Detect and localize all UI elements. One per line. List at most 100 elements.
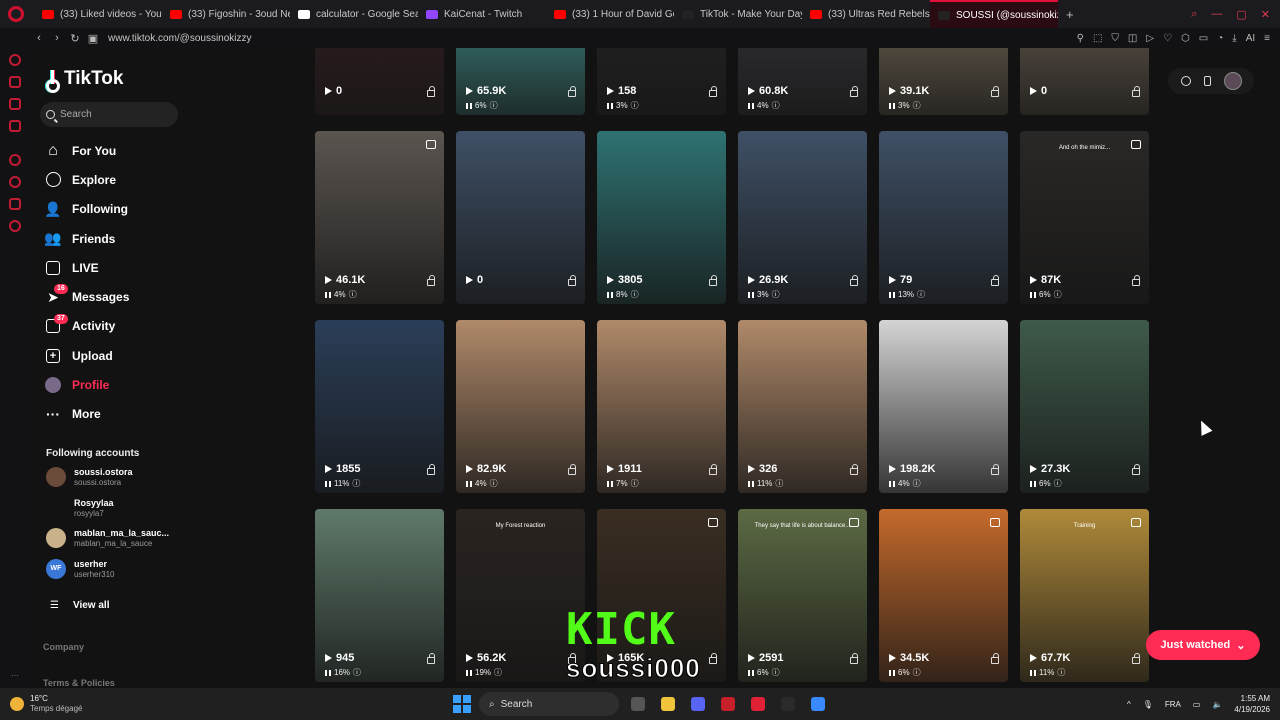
lock-icon[interactable] bbox=[991, 275, 999, 286]
extension-icon[interactable] bbox=[9, 198, 21, 210]
nav-item-more[interactable]: ··· More bbox=[44, 400, 284, 429]
volume-icon[interactable]: 🔈 bbox=[1212, 700, 1222, 709]
settings-icon[interactable] bbox=[9, 220, 21, 232]
info-icon[interactable]: ⓘ bbox=[494, 667, 502, 678]
windows-start-icon[interactable] bbox=[453, 695, 471, 713]
lock-icon[interactable] bbox=[568, 86, 576, 97]
nav-item-live[interactable]: LIVE bbox=[44, 253, 284, 282]
info-icon[interactable]: ⓘ bbox=[490, 100, 498, 111]
info-icon[interactable]: ⓘ bbox=[772, 100, 780, 111]
browser-tab[interactable]: (33) Liked videos - YouTube bbox=[34, 0, 162, 28]
video-thumbnail[interactable]: 26.9K 3% ⓘ bbox=[738, 131, 867, 304]
info-icon[interactable]: ⓘ bbox=[913, 478, 921, 489]
lock-icon[interactable] bbox=[427, 653, 435, 664]
video-thumbnail[interactable]: They say that life is about balance... 25… bbox=[738, 509, 867, 682]
info-icon[interactable]: ⓘ bbox=[631, 100, 639, 111]
instagram-icon[interactable] bbox=[9, 120, 21, 132]
lock-icon[interactable] bbox=[1132, 464, 1140, 475]
device-icon[interactable] bbox=[1203, 76, 1211, 86]
video-thumbnail[interactable]: 60.8K 4% ⓘ bbox=[738, 48, 867, 115]
nav-item-explore[interactable]: Explore bbox=[44, 165, 284, 194]
lock-icon[interactable] bbox=[850, 275, 858, 286]
clock[interactable]: 1:55 AM 4/19/2026 bbox=[1234, 693, 1270, 715]
taskbar-app-icon[interactable] bbox=[627, 693, 649, 715]
video-thumbnail[interactable]: 1911 7% ⓘ bbox=[597, 320, 726, 493]
tiktok-logo[interactable]: TikTok bbox=[46, 68, 123, 93]
info-icon[interactable]: ⓘ bbox=[349, 289, 357, 300]
nav-item-upload[interactable]: + Upload bbox=[44, 341, 284, 370]
close-icon[interactable]: ✕ bbox=[1261, 8, 1270, 21]
wallet-icon[interactable]: ▭ bbox=[1199, 33, 1208, 44]
nav-item-activity[interactable]: Activity 37 bbox=[44, 312, 284, 341]
player-icon[interactable] bbox=[9, 154, 21, 166]
forward-icon[interactable]: › bbox=[48, 32, 66, 44]
lock-icon[interactable] bbox=[427, 86, 435, 97]
following-account[interactable]: mablan_ma_la_sauc... mablan_ma_la_sauce bbox=[46, 525, 246, 551]
search-input[interactable] bbox=[60, 109, 160, 120]
browser-tab[interactable]: (33) Ultras Red Rebels : A bbox=[802, 0, 930, 28]
info-icon[interactable]: ⓘ bbox=[1057, 667, 1065, 678]
taskbar-app-icon[interactable] bbox=[807, 693, 829, 715]
video-thumbnail[interactable]: 326 11% ⓘ bbox=[738, 320, 867, 493]
following-account[interactable]: soussi.ostora soussi.ostora bbox=[46, 464, 246, 490]
opera-logo-icon[interactable] bbox=[8, 6, 24, 22]
video-thumbnail[interactable]: 79 13% ⓘ bbox=[879, 131, 1008, 304]
info-icon[interactable]: ⓘ bbox=[1054, 289, 1062, 300]
video-thumbnail[interactable]: 158 3% ⓘ bbox=[597, 48, 726, 115]
info-icon[interactable]: ⓘ bbox=[631, 289, 639, 300]
browser-tab[interactable]: SOUSSI (@soussinokizzy)✕ bbox=[930, 0, 1058, 28]
search-icon[interactable]: ⌕ bbox=[1191, 8, 1197, 21]
video-thumbnail[interactable]: 82.9K 4% ⓘ bbox=[456, 320, 585, 493]
opera-ai-icon[interactable] bbox=[9, 54, 21, 66]
nav-item-messages[interactable]: ➤ Messages 16 bbox=[44, 282, 284, 311]
info-icon[interactable]: ⓘ bbox=[1054, 478, 1062, 489]
info-icon[interactable]: ⓘ bbox=[913, 100, 921, 111]
info-icon[interactable]: ⓘ bbox=[917, 289, 925, 300]
browser-tab[interactable]: calculator - Google Search bbox=[290, 0, 418, 28]
ai-button[interactable]: AI bbox=[1246, 33, 1255, 44]
browser-tab[interactable]: (33) Figoshin - 3oud Nedi bbox=[162, 0, 290, 28]
browser-tab[interactable]: (33) 1 Hour of David Goggins bbox=[546, 0, 674, 28]
lock-icon[interactable] bbox=[709, 86, 717, 97]
info-icon[interactable]: ⓘ bbox=[775, 478, 783, 489]
history-icon[interactable] bbox=[9, 176, 21, 188]
play-icon[interactable]: ▷ bbox=[1146, 33, 1154, 44]
taskbar-app-icon[interactable] bbox=[747, 693, 769, 715]
compass-icon[interactable] bbox=[1180, 76, 1191, 86]
chevron-up-icon[interactable]: ^ bbox=[1127, 700, 1131, 709]
lock-icon[interactable] bbox=[1132, 275, 1140, 286]
following-account[interactable]: Rosyylaa rosyyla7 bbox=[46, 495, 246, 521]
footer-terms[interactable]: Terms & Policies bbox=[43, 678, 115, 688]
video-thumbnail[interactable]: 39.1K 3% ⓘ bbox=[879, 48, 1008, 115]
info-icon[interactable]: ⓘ bbox=[772, 289, 780, 300]
taskbar-app-icon[interactable] bbox=[687, 693, 709, 715]
bag-icon[interactable] bbox=[9, 76, 21, 88]
weather-widget[interactable]: 16°C Temps dégagé bbox=[0, 694, 200, 714]
new-tab-button[interactable]: + bbox=[1058, 7, 1082, 22]
video-thumbnail[interactable]: 0 bbox=[456, 131, 585, 304]
video-thumbnail[interactable]: And oh the mimiz... 87K 6% ⓘ bbox=[1020, 131, 1149, 304]
browser-tab[interactable]: TikTok - Make Your Day bbox=[674, 0, 802, 28]
info-icon[interactable]: ⓘ bbox=[631, 478, 639, 489]
heart-icon[interactable]: ♡ bbox=[1163, 33, 1172, 44]
video-thumbnail[interactable]: 198.2K 4% ⓘ bbox=[879, 320, 1008, 493]
account-icon[interactable]: ◔ bbox=[1217, 33, 1223, 44]
lock-icon[interactable] bbox=[568, 275, 576, 286]
lock-icon[interactable] bbox=[991, 464, 999, 475]
camera-icon[interactable]: ◫ bbox=[1128, 33, 1137, 44]
lock-icon[interactable] bbox=[1132, 653, 1140, 664]
user-avatar[interactable] bbox=[1223, 72, 1242, 90]
info-icon[interactable]: ⓘ bbox=[353, 667, 361, 678]
following-account[interactable]: WF userher userher310 bbox=[46, 556, 246, 582]
taskbar-app-icon[interactable] bbox=[717, 693, 739, 715]
lock-icon[interactable] bbox=[850, 86, 858, 97]
url-field[interactable]: www.tiktok.com/@soussinokizzy bbox=[108, 33, 252, 44]
nav-item-following[interactable]: 👤 Following bbox=[44, 195, 284, 224]
lock-icon[interactable] bbox=[709, 275, 717, 286]
minimize-icon[interactable]: — bbox=[1211, 8, 1222, 21]
info-icon[interactable]: ⓘ bbox=[913, 667, 921, 678]
network-icon[interactable]: ▭ bbox=[1193, 700, 1201, 709]
mic-icon[interactable]: 🎙 bbox=[1143, 700, 1153, 709]
lock-icon[interactable] bbox=[709, 464, 717, 475]
lock-icon[interactable] bbox=[1132, 86, 1140, 97]
